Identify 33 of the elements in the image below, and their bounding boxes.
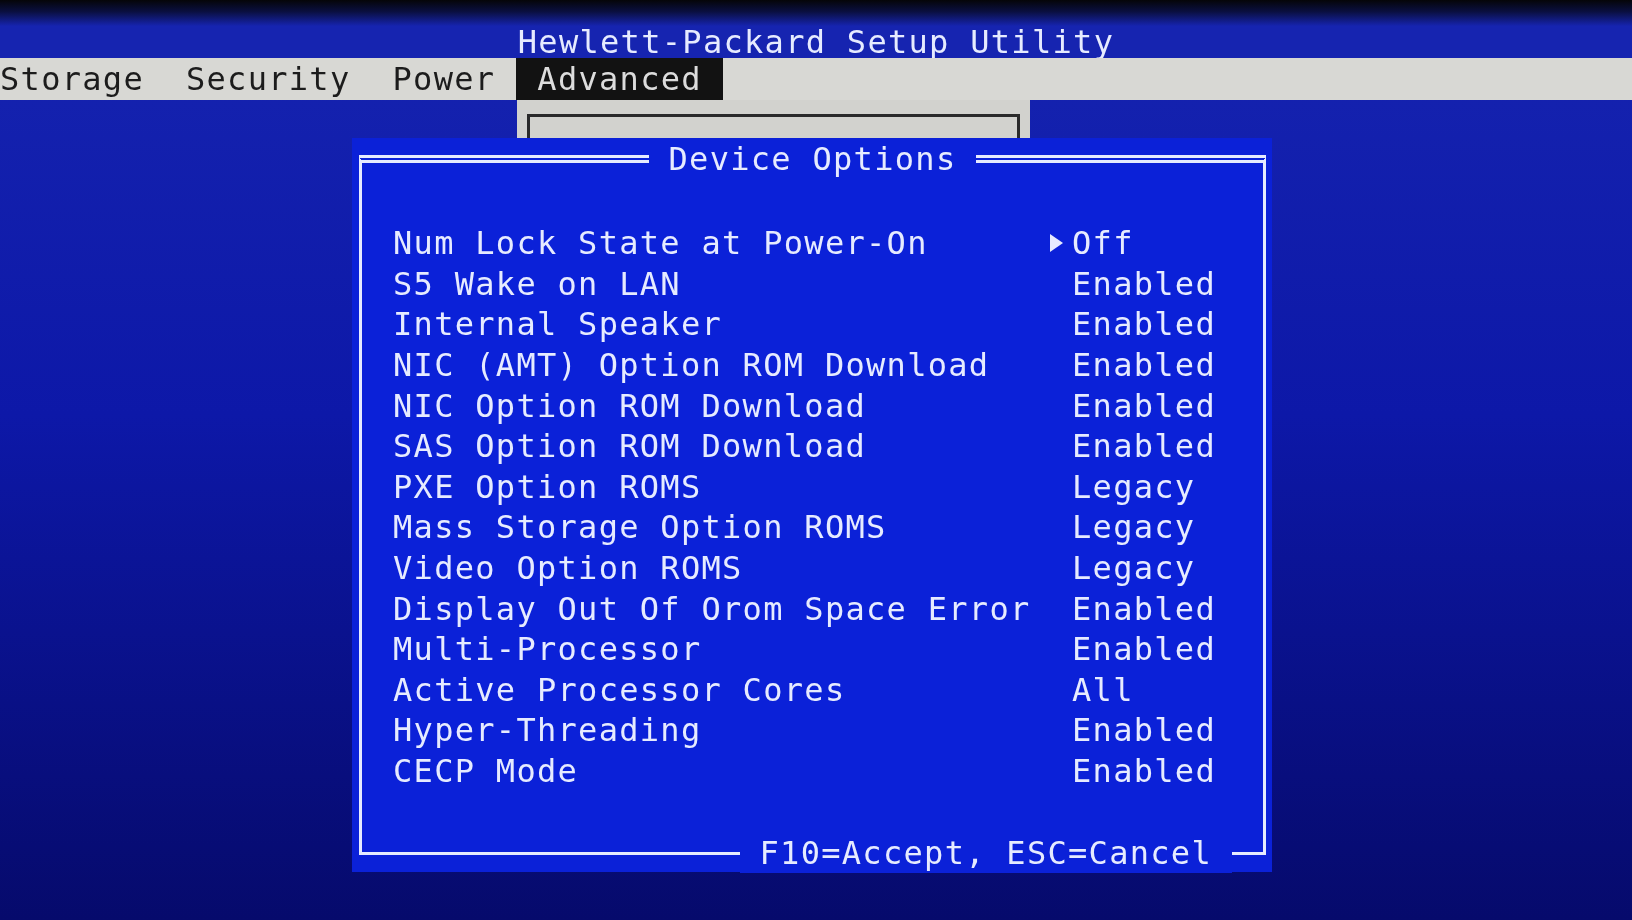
option-label: Hyper-Threading [393, 712, 703, 749]
menu-tab[interactable]: Storage [0, 58, 165, 100]
option-label: Active Processor Cores [393, 671, 847, 708]
option-value[interactable]: Enabled [1072, 306, 1216, 343]
option-value[interactable]: Enabled [1072, 753, 1216, 789]
option-label: Mass Storage Option ROMS [393, 509, 888, 546]
menu-tab[interactable]: Power [371, 58, 517, 100]
window-title: Hewlett-Packard Setup Utility [517, 26, 1115, 58]
option-value[interactable]: Enabled [1072, 590, 1216, 627]
option-value[interactable]: Legacy [1072, 468, 1196, 505]
option-value[interactable]: Enabled [1072, 387, 1216, 424]
option-label: S5 Wake on LAN [393, 265, 682, 302]
option-label: SAS Option ROM Download [393, 428, 867, 465]
option-label: Video Option ROMS [393, 550, 744, 587]
option-value[interactable]: Enabled [1072, 712, 1216, 749]
option-value[interactable]: Enabled [1072, 428, 1216, 465]
option-value[interactable]: Off [1072, 225, 1134, 262]
option-label: NIC Option ROM Download [393, 387, 867, 424]
option-label: Num Lock State at Power-On [393, 225, 929, 262]
option-value[interactable]: Enabled [1072, 347, 1216, 384]
option-value[interactable]: Enabled [1072, 265, 1216, 302]
option-label: PXE Option ROMS [393, 468, 703, 505]
option-value[interactable]: All [1072, 671, 1134, 708]
option-label: CECP Mode [393, 753, 580, 789]
option-label: NIC (AMT) Option ROM Download [393, 347, 991, 384]
menu-tab[interactable]: Advanced [516, 58, 723, 100]
option-value[interactable]: Legacy [1072, 509, 1196, 546]
option-value[interactable]: Enabled [1072, 631, 1216, 668]
option-value[interactable]: Legacy [1072, 550, 1196, 587]
option-label: Display Out Of Orom Space Error [393, 590, 1032, 627]
option-label: Internal Speaker [393, 306, 724, 343]
option-label: Multi-Processor [393, 631, 703, 668]
menu-tab[interactable]: Security [164, 58, 372, 100]
